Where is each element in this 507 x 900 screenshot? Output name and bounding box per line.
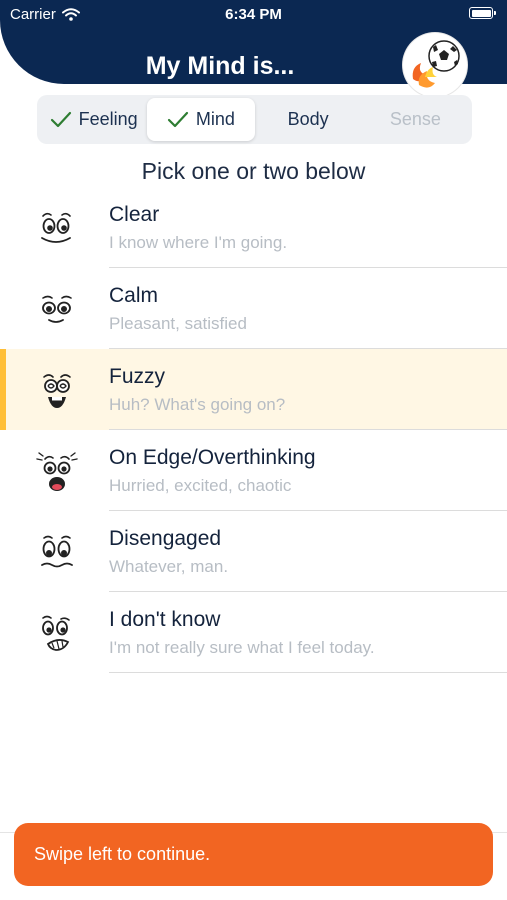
option-clear[interactable]: Clear I know where I'm going.	[0, 187, 507, 268]
avatar[interactable]	[403, 33, 467, 97]
option-label: Disengaged	[109, 527, 222, 550]
battery-icon	[469, 7, 496, 19]
category-tabs: Feeling Mind Body Sense	[37, 95, 472, 144]
on-edge-face-icon	[36, 452, 78, 491]
option-description: Pleasant, satisfied	[109, 314, 247, 333]
status-time: 6:34 PM	[225, 6, 282, 23]
option-description: I'm not really sure what I feel today.	[109, 638, 375, 657]
option-disengaged[interactable]: Disengaged Whatever, man.	[0, 511, 507, 592]
status-bar: Carrier 6:34 PM	[0, 0, 507, 28]
disengaged-face-icon	[41, 535, 73, 568]
option-description: Huh? What's going on?	[109, 395, 286, 414]
instruction-text: Pick one or two below	[141, 158, 366, 184]
option-calm[interactable]: Calm Pleasant, satisfied	[0, 268, 507, 349]
option-description: Whatever, man.	[109, 557, 229, 576]
option-label: On Edge/Overthinking	[109, 446, 316, 469]
soccer-ball-fire-icon	[412, 40, 460, 88]
option-fuzzy[interactable]: Fuzzy Huh? What's going on?	[0, 349, 507, 430]
option-label: Clear	[109, 203, 160, 226]
swipe-hint-toast[interactable]: Swipe left to continue.	[14, 823, 493, 886]
fuzzy-face-icon	[43, 374, 71, 408]
checkmark-icon	[167, 111, 188, 127]
tab-sense[interactable]: Sense	[362, 98, 469, 141]
tab-body[interactable]: Body	[255, 98, 362, 141]
option-label: Fuzzy	[109, 365, 166, 388]
tab-mind[interactable]: Mind	[147, 98, 255, 141]
option-i-dont-know[interactable]: I don't know I'm not really sure what I …	[0, 592, 507, 673]
option-label: I don't know	[109, 608, 221, 631]
toast-text: Swipe left to continue.	[34, 844, 211, 864]
checkmark-icon	[50, 111, 71, 127]
option-on-edge[interactable]: On Edge/Overthinking Hurried, excited, c…	[0, 430, 507, 511]
tab-label: Sense	[389, 109, 441, 129]
calm-face-icon	[42, 295, 72, 323]
row-divider	[109, 671, 507, 673]
option-description: I know where I'm going.	[109, 233, 288, 252]
tab-label: Body	[287, 109, 329, 129]
tab-label: Mind	[195, 109, 235, 129]
option-label: Calm	[109, 284, 159, 307]
option-description: Hurried, excited, chaotic	[109, 476, 292, 495]
page-title: My Mind is...	[145, 52, 295, 80]
unsure-face-icon	[42, 615, 70, 651]
clear-face-icon	[41, 212, 71, 243]
tab-feeling[interactable]: Feeling	[40, 98, 147, 141]
tab-label: Feeling	[78, 109, 138, 129]
option-list: Clear I know where I'm going. Calm Pleas…	[0, 187, 507, 673]
